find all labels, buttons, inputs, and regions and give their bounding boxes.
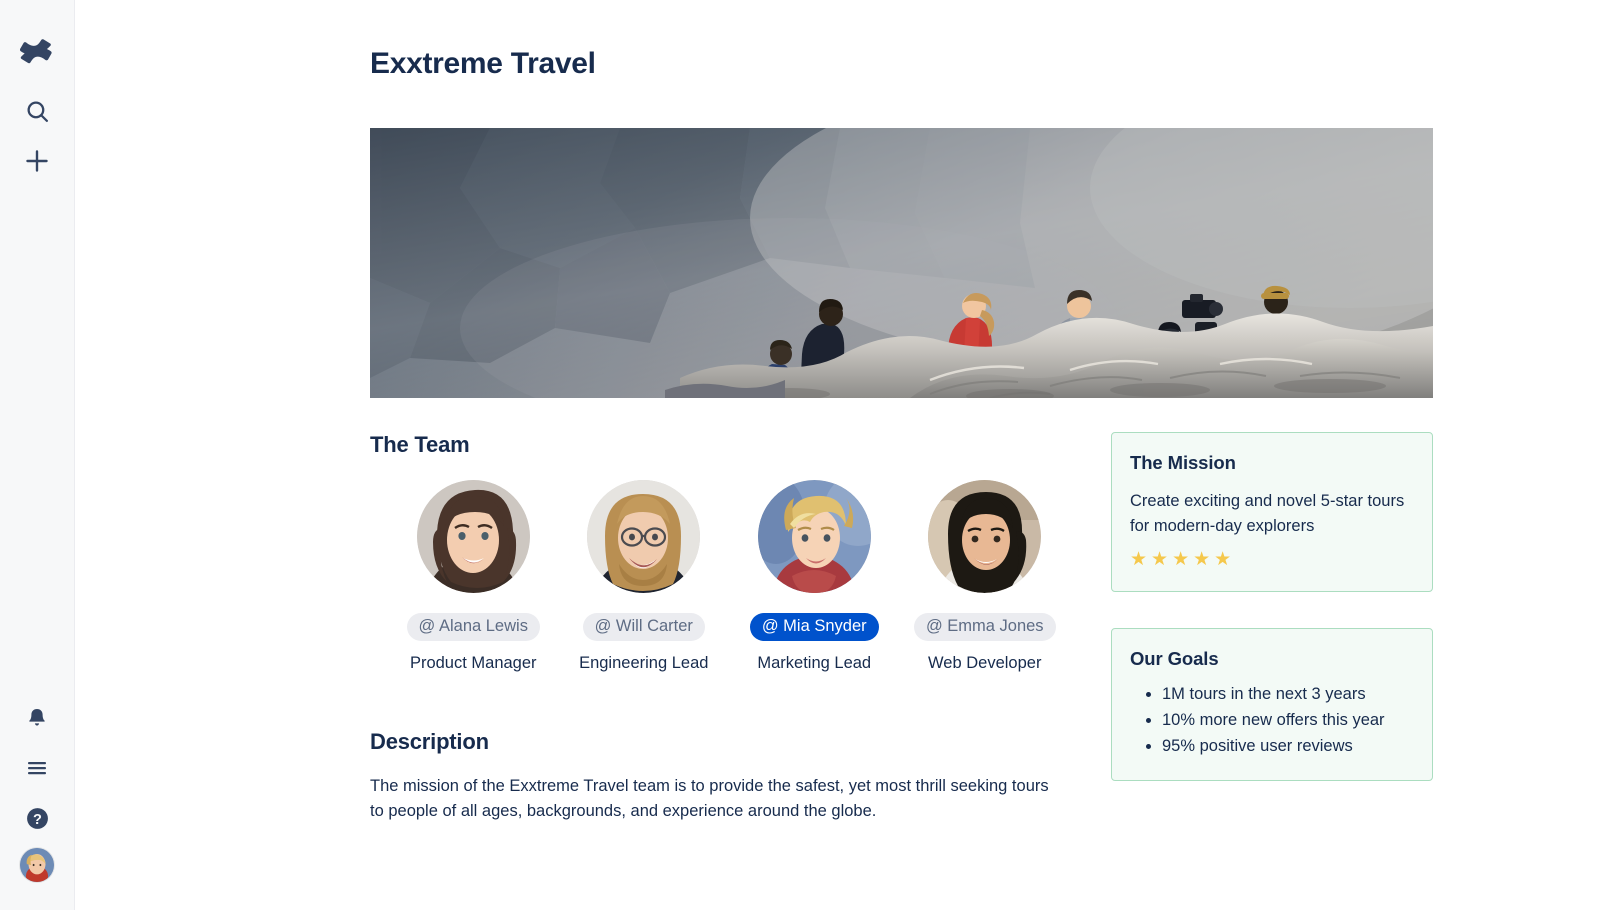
team-member-photo: [416, 480, 530, 593]
team-member-role: Marketing Lead: [757, 654, 872, 672]
description-section: Description The mission of the Exxtreme …: [370, 729, 1070, 824]
confluence-page: ? Exxtreme Travel The Team @ Alana Lewis…: [0, 0, 1600, 910]
mention-chip[interactable]: @ Will Carter: [582, 613, 705, 641]
confluence-logo-icon[interactable]: [17, 32, 57, 72]
plus-icon[interactable]: [17, 141, 57, 181]
left-column: The Team @ Alana Lewis Product Manager @…: [370, 432, 1070, 824]
goal-item: 1M tours in the next 3 years: [1162, 682, 1414, 707]
team-member: @ Will Carter Engineering Lead: [559, 480, 730, 673]
team-member: @ Mia Snyder Marketing Lead: [729, 480, 900, 673]
team-member-role: Product Manager: [409, 654, 537, 672]
team-member: @ Alana Lewis Product Manager: [388, 480, 559, 673]
team-member-photo: [587, 480, 701, 593]
mention-chip[interactable]: @ Emma Jones: [913, 613, 1056, 641]
mention-chip[interactable]: @ Alana Lewis: [406, 613, 540, 641]
mission-panel-text: Create exciting and novel 5-star tours f…: [1130, 492, 1405, 535]
sidebar-bottom-group: ?: [17, 698, 57, 882]
goal-item: 10% more new offers this year: [1162, 708, 1414, 733]
main-content-area: Exxtreme Travel The Team @ Alana Lewis P…: [75, 0, 1600, 910]
star-rating: ★★★★★: [1130, 549, 1236, 570]
goal-item: 95% positive user reviews: [1162, 734, 1414, 759]
avatar[interactable]: [20, 848, 54, 882]
description-heading: Description: [370, 729, 489, 754]
page-content: Exxtreme Travel The Team @ Alana Lewis P…: [75, 0, 1600, 820]
mission-panel: The Mission Create exciting and novel 5-…: [1111, 432, 1433, 592]
description-body: The mission of the Exxtreme Travel team …: [370, 777, 1049, 820]
team-member: @ Emma Jones Web Developer: [900, 480, 1071, 673]
team-member-role: Engineering Lead: [579, 654, 709, 672]
help-icon[interactable]: ?: [17, 798, 57, 838]
hero-image: [370, 128, 1433, 398]
hamburger-menu-icon[interactable]: [17, 748, 57, 788]
svg-text:?: ?: [33, 811, 42, 827]
global-sidebar: ?: [0, 0, 75, 910]
team-member-role: Web Developer: [928, 654, 1042, 672]
mission-panel-title: The Mission: [1130, 452, 1236, 473]
content-columns: The Team @ Alana Lewis Product Manager @…: [370, 432, 1433, 824]
goals-panel-title: Our Goals: [1130, 648, 1219, 669]
sidebar-top-group: [17, 32, 57, 181]
right-column: The Mission Create exciting and novel 5-…: [1111, 432, 1433, 824]
goals-list: 1M tours in the next 3 years 10% more ne…: [1130, 682, 1414, 759]
team-member-list: @ Alana Lewis Product Manager @ Will Car…: [388, 480, 1070, 673]
bell-icon[interactable]: [17, 698, 57, 738]
search-icon[interactable]: [17, 91, 57, 131]
team-member-photo: [757, 480, 871, 593]
page-title: Exxtreme Travel: [370, 47, 596, 80]
mention-chip[interactable]: @ Mia Snyder: [749, 613, 879, 641]
team-heading: The Team: [370, 432, 470, 457]
team-member-photo: [928, 480, 1042, 593]
goals-panel: Our Goals 1M tours in the next 3 years 1…: [1111, 628, 1433, 781]
